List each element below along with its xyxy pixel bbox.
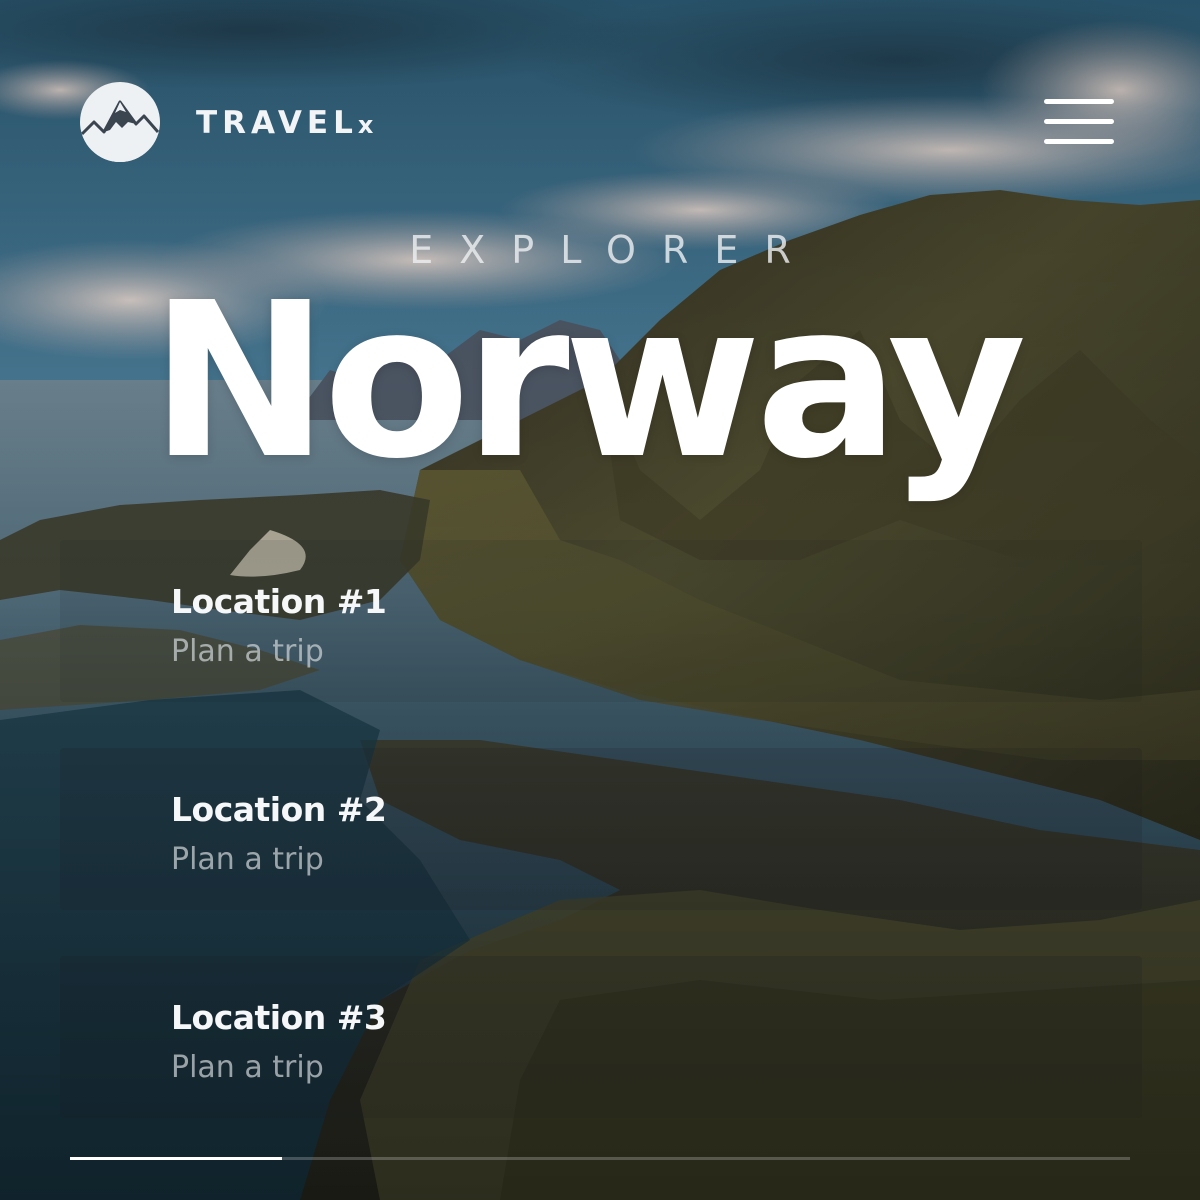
plan-trip-link[interactable]: Plan a trip: [171, 1050, 324, 1086]
carousel-progress-fill: [70, 1157, 282, 1160]
plan-trip-link[interactable]: Plan a trip: [171, 634, 324, 670]
menu-line: [1044, 119, 1114, 124]
brand-logo[interactable]: [80, 82, 160, 162]
hero-title: Norway: [150, 257, 1027, 506]
location-title: Location #1: [171, 582, 387, 621]
brand-name-suffix: x: [357, 111, 374, 139]
menu-line: [1044, 139, 1114, 144]
location-card-3[interactable]: Location #3 Plan a trip: [60, 956, 1142, 1118]
brand-name-main: TRAVEL: [196, 105, 358, 141]
location-card-1[interactable]: Location #1 Plan a trip: [60, 540, 1142, 702]
menu-line: [1044, 99, 1114, 104]
location-title: Location #3: [171, 998, 387, 1037]
plan-trip-link[interactable]: Plan a trip: [171, 842, 324, 878]
hamburger-menu-icon[interactable]: [1040, 96, 1116, 148]
location-title: Location #2: [171, 790, 387, 829]
carousel-progress-track[interactable]: [70, 1157, 1130, 1160]
location-card-2[interactable]: Location #2 Plan a trip: [60, 748, 1142, 910]
mountain-logo-icon: [80, 100, 160, 162]
brand-name: TRAVELx: [196, 104, 373, 144]
